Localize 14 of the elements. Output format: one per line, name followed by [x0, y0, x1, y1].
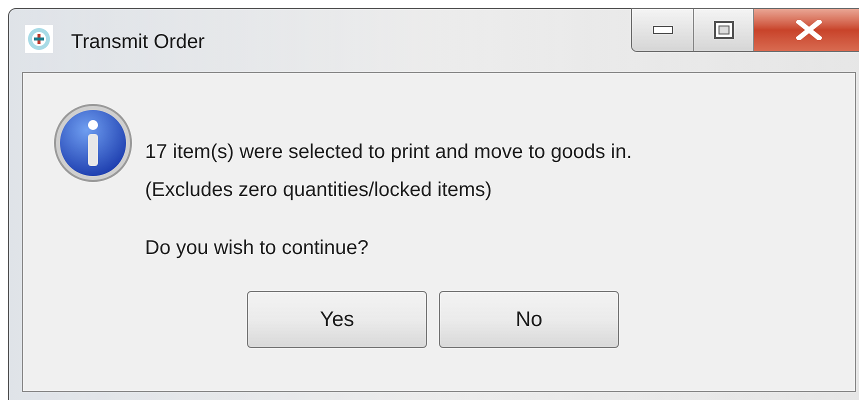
question-text: Do you wish to continue? [145, 236, 370, 261]
window-title: Transmit Order [71, 30, 205, 55]
message-text: (Excludes zero quantities/locked items) [145, 178, 493, 203]
no-button[interactable]: No [439, 291, 619, 348]
message-text: 17 item(s) were selected to print and move to goods in. [145, 140, 632, 165]
maximize-icon [714, 21, 734, 39]
yes-button[interactable]: Yes [247, 291, 427, 348]
close-button[interactable] [754, 9, 859, 51]
close-icon [796, 20, 822, 40]
app-icon [25, 25, 53, 53]
minimize-icon [652, 26, 672, 34]
minimize-button[interactable] [632, 9, 694, 51]
maximize-button[interactable] [694, 9, 754, 51]
info-icon [53, 103, 133, 183]
